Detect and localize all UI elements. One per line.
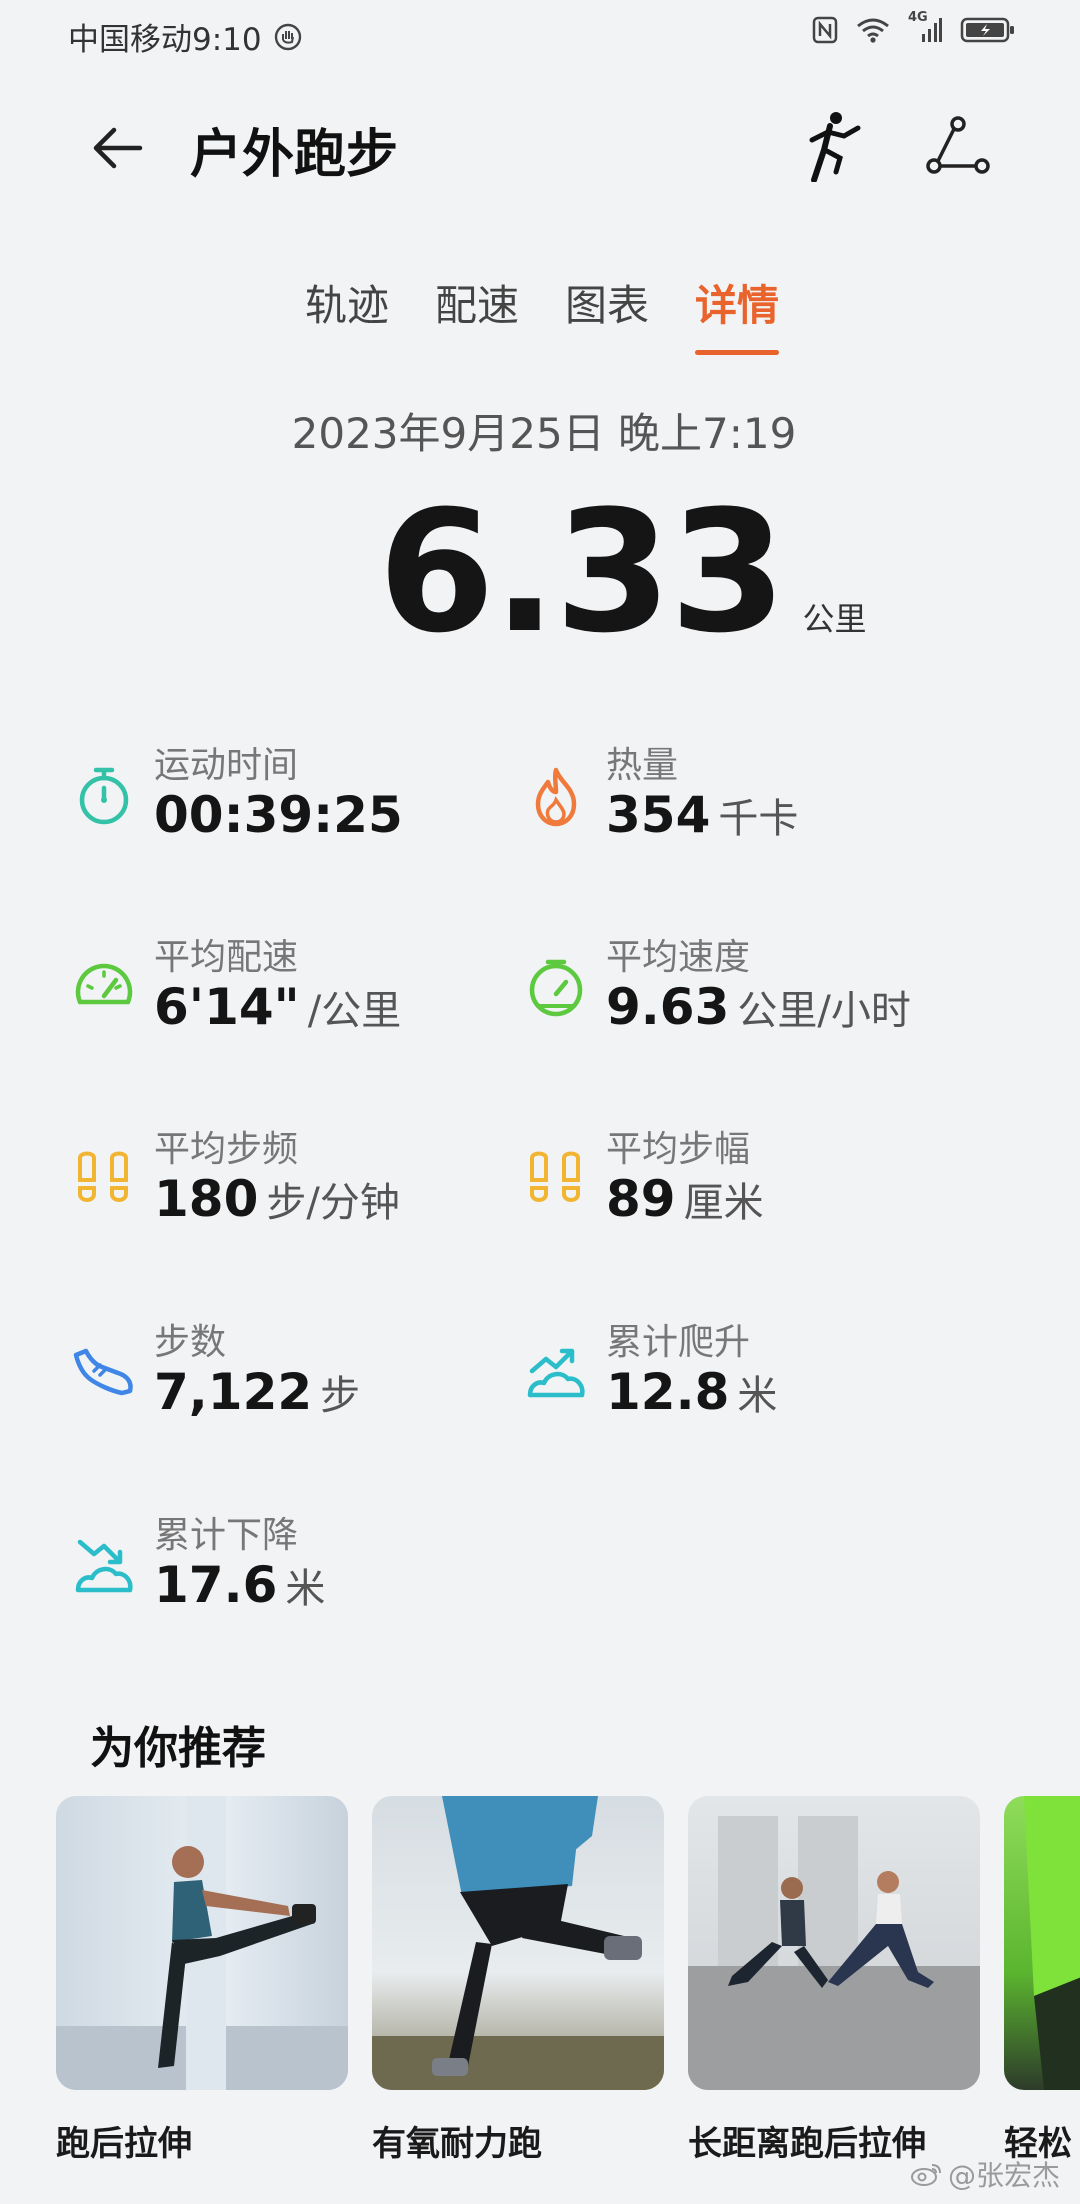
status-left: 中国移动9:10 [68,14,302,59]
recommendation-card[interactable]: 轻松 [1004,1796,1080,2165]
climb-icon [527,1348,585,1398]
battery-icon [960,17,1014,43]
descent-icon [75,1539,133,1593]
recommendations-title: 为你推荐 [90,1723,266,1774]
recommendation-list: 跑后拉伸 有氧耐力跑 长距离跑后拉伸 轻松 [56,1796,1080,2165]
stat-unit: 步/分钟 [266,1180,400,1226]
stat-label: 运动时间 [154,745,299,786]
tab-chart[interactable]: 图表 [565,272,649,355]
flame-icon [535,767,577,827]
stat-total-descent: 累计下降 17.6 米 [72,1506,512,1626]
long-run-stretch-photo [688,1796,980,2090]
stopwatch-icon [79,767,129,825]
stat-avg-cadence: 平均步频 180 步/分钟 [72,1120,512,1240]
stat-calories: 热量 354 千卡 [524,736,964,856]
stat-value-row: 89 厘米 [606,1170,764,1228]
stat-unit: 厘米 [683,1180,764,1226]
stat-label: 步数 [154,1322,227,1363]
activity-datetime: 2023年9月25日 晚上7:19 [291,409,797,458]
activity-detail-screen: 中国移动9:10 4G 户外跑步 轨迹 配速 图表 详情 2023年9月25日 … [0,0,1080,2204]
stat-value-row: 180 步/分钟 [154,1170,400,1228]
watermark: @张宏杰 [910,2154,1060,2194]
stat-value-row: 6'14" /公里 [154,978,401,1036]
hand-icon [274,23,301,50]
stat-steps: 步数 7,122 步 [72,1313,512,1433]
stat-label: 热量 [606,745,679,786]
nfc-icon [812,16,838,44]
wifi-icon [857,18,889,43]
stat-avg-pace: 平均配速 6'14" /公里 [72,928,512,1048]
stat-value: 7,122 [154,1363,313,1421]
back-arrow-icon[interactable] [88,118,148,178]
page-title: 户外跑步 [190,125,399,185]
tab-details[interactable]: 详情 [695,272,780,355]
runner-icon[interactable] [800,110,864,182]
stat-value: 89 [606,1170,676,1228]
stat-value: 9.63 [606,978,730,1036]
tab-bar: 轨迹 配速 图表 详情 [0,272,1080,355]
stat-value-row: 354 千卡 [606,786,798,844]
stat-value: 6'14" [154,978,300,1036]
signal-icon [922,18,942,42]
stat-unit: 千卡 [718,796,799,842]
signal-indicator: 4G [908,10,942,44]
stat-unit: 米 [285,1566,326,1612]
stat-value: 180 [154,1170,259,1228]
recommendation-label: 跑后拉伸 [56,2124,192,2164]
tab-track[interactable]: 轨迹 [305,272,389,355]
tab-pace[interactable]: 配速 [435,272,519,355]
running-photo [372,1796,664,2090]
stat-label: 平均配速 [154,937,299,978]
shoe-icon [73,1348,133,1396]
stat-value-row: 7,122 步 [154,1363,360,1421]
weibo-icon [910,2164,941,2186]
stat-value: 00:39:25 [154,786,403,844]
stretch-photo [56,1796,348,2090]
recommendation-card[interactable]: 有氧耐力跑 [372,1796,664,2165]
stat-unit: /公里 [307,988,402,1034]
status-right: 4G [812,10,1016,44]
stat-unit: 米 [737,1373,778,1419]
stat-total-ascent: 累计爬升 12.8 米 [524,1313,964,1433]
stat-value: 17.6 [154,1556,278,1614]
carrier-time: 中国移动9:10 [68,22,262,58]
stat-label: 累计下降 [154,1515,299,1556]
status-bar: 中国移动9:10 4G [0,0,1080,66]
stat-value-row: 12.8 米 [606,1363,777,1421]
stat-value: 354 [606,786,711,844]
stat-avg-stride: 平均步幅 89 厘米 [524,1120,964,1240]
easy-run-photo [1004,1796,1080,2090]
distance-unit: 公里 [802,600,867,638]
stat-label: 累计爬升 [606,1322,751,1363]
stat-label: 平均步幅 [606,1129,751,1170]
speedometer-icon [529,959,583,1017]
stat-avg-speed: 平均速度 9.63 公里/小时 [524,928,964,1048]
recommendation-card[interactable]: 跑后拉伸 [56,1796,348,2165]
stat-value: 12.8 [606,1363,730,1421]
stat-label: 平均速度 [606,937,751,978]
stat-unit: 步 [320,1373,361,1419]
watermark-text: @张宏杰 [947,2159,1060,2192]
stat-duration: 运动时间 00:39:25 [72,736,512,856]
distance-summary: 6.33 公里 [378,488,867,656]
footprints-icon [530,1151,580,1202]
stat-value-row: 00:39:25 [154,786,411,844]
recommendation-card[interactable]: 长距离跑后拉伸 [688,1796,980,2165]
stat-label: 平均步频 [154,1129,299,1170]
route-share-icon[interactable] [924,114,992,180]
stat-value-row: 9.63 公里/小时 [606,978,911,1036]
distance-value: 6.33 [378,474,787,670]
stat-value-row: 17.6 米 [154,1556,325,1614]
stat-unit: 公里/小时 [737,988,911,1034]
app-bar: 户外跑步 [0,92,1080,202]
recommendation-label: 有氧耐力跑 [372,2124,542,2164]
footprints-icon [78,1151,128,1202]
speedometer-icon [75,963,133,1005]
